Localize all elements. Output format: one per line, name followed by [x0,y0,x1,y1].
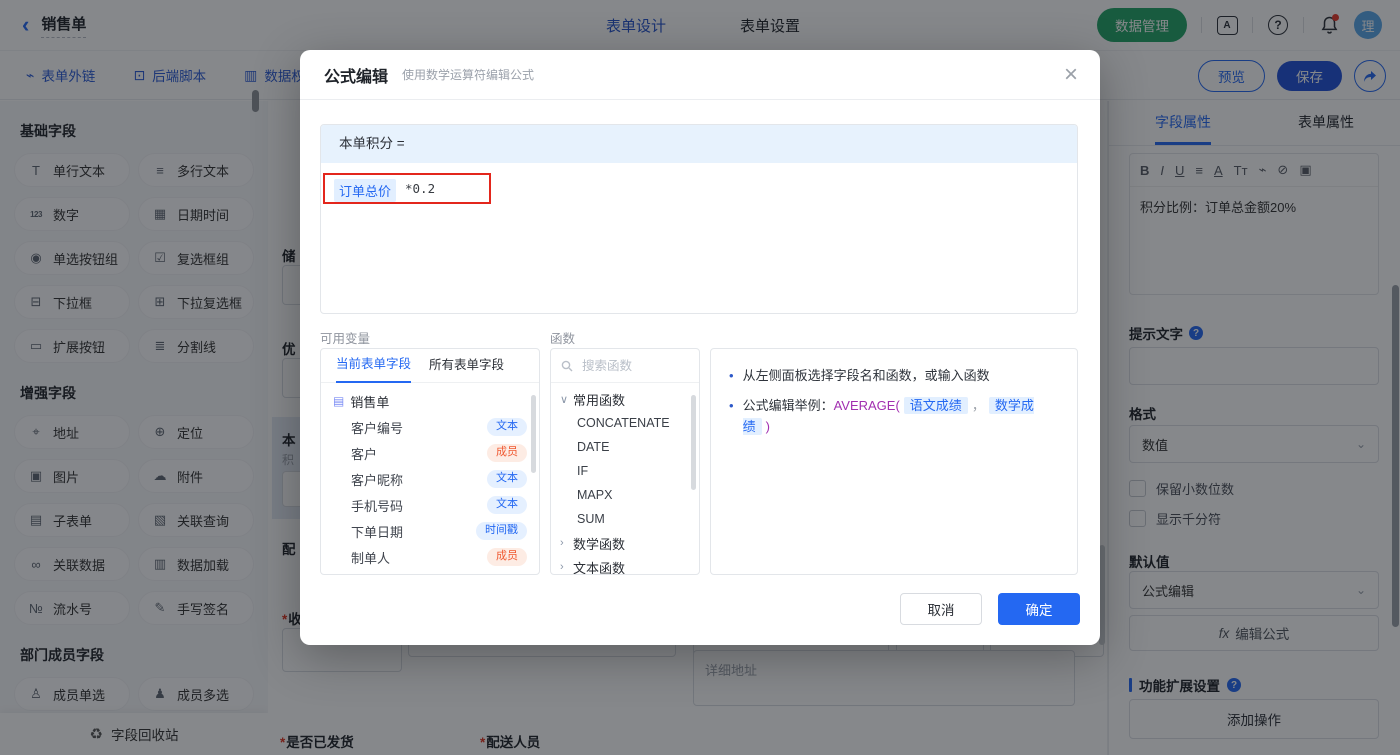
formula-help-panel: • 从左侧面板选择字段名和函数，或输入函数 • 公式编辑举例：AVERAGE(语… [710,348,1078,575]
function-item[interactable]: MAPX [551,483,699,507]
type-badge: 文本 [487,496,527,514]
variable-row[interactable]: 手机号码 文本 [321,492,539,518]
type-badge: 成员 [487,444,527,462]
variable-row[interactable]: 客户昵称 文本 [321,466,539,492]
help-line-1: • 从左侧面板选择字段名和函数，或输入函数 [729,365,1059,386]
search-icon [561,360,573,371]
example-field-chip: 语文成绩 [903,397,968,414]
function-search-input[interactable] [580,357,684,374]
help-line-2: • 公式编辑举例：AVERAGE(语文成绩，数学成绩) [729,395,1059,437]
function-group-text[interactable]: › 文本函数 [551,555,699,575]
variables-panel: 当前表单字段 所有表单字段 ▤ 销售单 客户编号 文本 客户 成员 客户昵称 文本 手… [320,348,540,575]
functions-panel: ∨ 常用函数 CONCATENATE DATE IF MAPX SUM › 数学… [550,348,700,575]
function-item[interactable]: CONCATENATE [551,411,699,435]
tab-current-form-fields[interactable]: 当前表单字段 [336,349,412,383]
bullet-icon: • [729,368,734,383]
function-item[interactable]: DATE [551,435,699,459]
type-badge: 文本 [487,470,527,488]
caret-down-icon: ∨ [560,393,569,406]
variable-row[interactable]: 客户编号 文本 [321,414,539,440]
function-item[interactable]: IF [551,459,699,483]
type-badge: 文本 [487,418,527,436]
modal-title: 公式编辑 [324,68,389,86]
variables-caption: 可用变量 [320,332,371,346]
modal-subtitle: 使用数学运算符编辑公式 [402,68,535,82]
function-group-common[interactable]: ∨ 常用函数 [551,387,699,411]
type-badge: 成员 [487,548,527,566]
bullet-icon: • [729,398,734,413]
document-icon: ▤ [333,394,345,408]
variable-row[interactable]: 下单日期 时间戳 [321,518,539,544]
formula-expression-text: *0.2 [405,181,436,196]
caret-right-icon: › [560,561,564,573]
function-item[interactable]: SUM [551,507,699,531]
variable-row[interactable]: 制单人 成员 [321,544,539,570]
variables-scrollbar-thumb[interactable] [531,395,536,473]
type-badge: 时间戳 [476,522,527,540]
variable-row[interactable]: 客户 成员 [321,440,539,466]
variables-tabs: 当前表单字段 所有表单字段 [321,349,539,383]
formula-editor-modal: 公式编辑 使用数学运算符编辑公式 × 本单积分 = 订单总价 *0.2 可用变量… [300,50,1100,645]
variable-row[interactable] [321,570,539,575]
close-icon[interactable]: × [1064,63,1078,87]
tab-all-form-fields[interactable]: 所有表单字段 [429,349,504,382]
formula-target-field: 本单积分 = [321,125,1077,163]
functions-caption: 函数 [550,332,576,346]
field-token-chip[interactable]: 订单总价 [334,179,397,202]
caret-right-icon: › [560,537,564,549]
functions-scrollbar-thumb[interactable] [691,395,696,490]
cancel-button[interactable]: 取消 [900,593,982,625]
function-search [551,349,699,383]
type-badge [481,574,527,575]
function-group-math[interactable]: › 数学函数 [551,531,699,555]
formula-editing-area[interactable]: 订单总价 *0.2 [321,163,1077,313]
formula-box: 本单积分 = 订单总价 *0.2 [320,124,1078,314]
confirm-button[interactable]: 确定 [998,593,1080,625]
variables-root-node[interactable]: ▤ 销售单 [321,388,539,414]
modal-header: 公式编辑 使用数学运算符编辑公式 × [300,50,1100,100]
